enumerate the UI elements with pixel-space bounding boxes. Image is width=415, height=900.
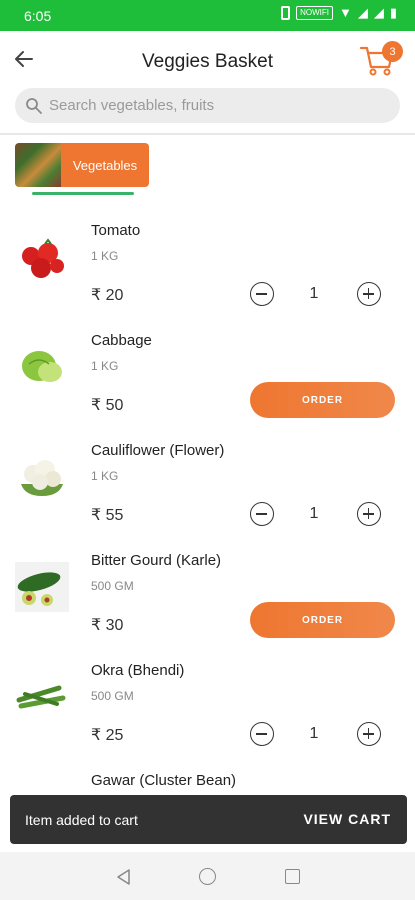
page-title: Veggies Basket — [142, 51, 273, 72]
product-weight: 500 GM — [91, 579, 134, 593]
product-name: Gawar (Cluster Bean) — [91, 772, 237, 789]
header-divider — [0, 133, 415, 135]
cabbage-image — [22, 351, 62, 382]
app-header: Veggies Basket 3 — [0, 31, 415, 135]
status-icons: NOWIFI ▼ ◢ ◢ ▮ — [281, 6, 397, 20]
product-weight: 500 GM — [91, 689, 134, 703]
quantity-value: 1 — [309, 505, 319, 522]
battery-icon: ▮ — [389, 5, 397, 20]
wifi-icon: ▼ — [338, 5, 352, 20]
cart-button[interactable]: 3 — [359, 41, 403, 79]
increase-quantity-button[interactable] — [357, 282, 381, 306]
product-name: Tomato — [91, 222, 141, 239]
product-name: Bitter Gourd (Karle) — [91, 552, 222, 569]
quantity-stepper: 1 — [250, 722, 381, 748]
nav-home-icon[interactable] — [199, 868, 216, 885]
product-item: Tomato 1 KG ₹ 20 1 — [0, 212, 415, 322]
okra-image — [16, 685, 66, 709]
snackbar: Item added to cart VIEW CART — [10, 795, 407, 844]
quantity-stepper: 1 — [250, 282, 381, 308]
quantity-value: 1 — [309, 285, 319, 302]
status-time: 6:05 — [24, 8, 52, 24]
decrease-quantity-button[interactable] — [250, 502, 274, 526]
increase-quantity-button[interactable] — [357, 502, 381, 526]
product-weight: 1 KG — [91, 469, 119, 483]
product-price: ₹ 20 — [91, 287, 124, 304]
category-label: Vegetables — [61, 143, 149, 187]
product-price: ₹ 30 — [91, 617, 124, 634]
vegetables-thumbnail — [15, 143, 61, 187]
quantity-stepper: 1 — [250, 502, 381, 528]
view-cart-button[interactable]: VIEW CART — [303, 811, 391, 827]
system-navigation-bar — [0, 852, 415, 900]
order-button[interactable]: ORDER — [250, 602, 395, 638]
decrease-quantity-button[interactable] — [250, 282, 274, 306]
nav-recents-icon[interactable] — [285, 869, 300, 884]
quantity-value: 1 — [309, 725, 319, 742]
increase-quantity-button[interactable] — [357, 722, 381, 746]
product-price: ₹ 25 — [91, 727, 124, 744]
nav-back-icon[interactable] — [115, 868, 131, 886]
product-name: Cabbage — [91, 332, 152, 349]
product-item: Cauliflower (Flower) 1 KG ₹ 55 1 — [0, 432, 415, 542]
tab-indicator — [32, 192, 134, 195]
product-name: Cauliflower (Flower) — [91, 442, 225, 459]
product-price: ₹ 55 — [91, 507, 124, 524]
product-weight: 1 KG — [91, 249, 119, 263]
tomato-image — [22, 238, 64, 278]
signal-icon: ◢ — [357, 5, 368, 20]
product-item: Cabbage 1 KG ₹ 50 ORDER — [0, 322, 415, 432]
decrease-quantity-button[interactable] — [250, 722, 274, 746]
cauliflower-image — [21, 460, 63, 496]
network-label: NOWIFI — [296, 6, 333, 20]
snackbar-message: Item added to cart — [25, 812, 138, 828]
phone-icon — [281, 6, 291, 20]
search-bar[interactable] — [15, 88, 400, 123]
product-price: ₹ 50 — [91, 397, 124, 414]
product-name: Okra (Bhendi) — [91, 662, 185, 679]
bitter-gourd-image — [15, 562, 69, 612]
product-weight: 1 KG — [91, 359, 119, 373]
cart-count-badge: 3 — [382, 41, 403, 62]
signal-icon-2: ◢ — [373, 5, 384, 20]
search-icon — [26, 97, 42, 114]
status-bar: 6:05 NOWIFI ▼ ◢ ◢ ▮ — [0, 0, 415, 31]
search-input[interactable] — [49, 97, 379, 114]
category-tab-vegetables[interactable]: Vegetables — [15, 143, 149, 187]
product-item: Okra (Bhendi) 500 GM ₹ 25 1 — [0, 652, 415, 762]
product-item: Bitter Gourd (Karle) 500 GM ₹ 30 ORDER — [0, 542, 415, 652]
order-button[interactable]: ORDER — [250, 382, 395, 418]
